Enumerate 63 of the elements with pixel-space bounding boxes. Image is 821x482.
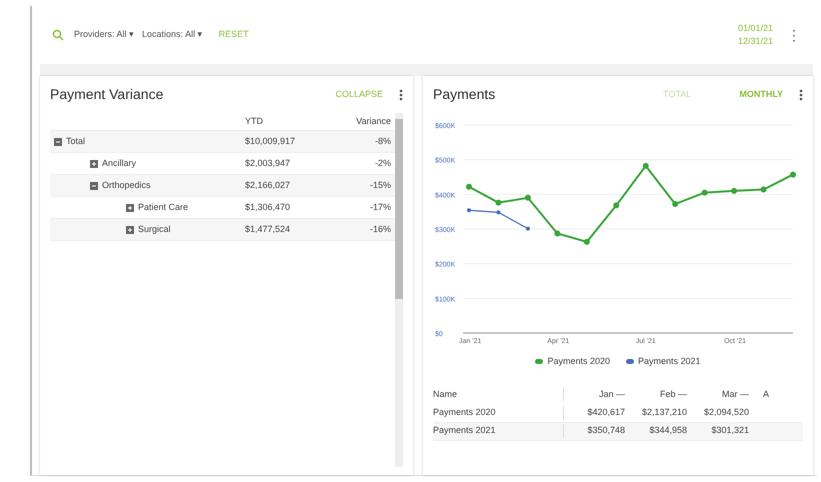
- table-cell-text: -15%: [368, 178, 392, 192]
- table-cell-text: -17%: [368, 200, 392, 214]
- data-point: [702, 190, 708, 196]
- data-point: [760, 186, 767, 192]
- panel-title: Payment Variance: [50, 85, 164, 104]
- data-point: [584, 238, 590, 245]
- table-cell-text: Payments 2020: [433, 406, 497, 420]
- tree-label: Total: [66, 134, 86, 148]
- table-cell: $350,748: [563, 424, 625, 438]
- legend-item[interactable]: Payments 2020: [535, 355, 610, 368]
- table-cell-text: $344,958: [648, 424, 687, 438]
- column-header: Jan —: [563, 388, 625, 402]
- column-header: Name: [433, 388, 458, 401]
- more-menu-icon[interactable]: [399, 88, 403, 100]
- table-cell-text: $1,477,524: [245, 222, 292, 236]
- table-cell-text: $2,094,520: [702, 406, 749, 420]
- table-cell-text: $2,137,210: [640, 406, 687, 420]
- data-point: [613, 202, 620, 208]
- collapse-icon[interactable]: [54, 138, 62, 146]
- column-header: Variance: [355, 114, 392, 128]
- table-cell-text: -16%: [368, 222, 392, 236]
- data-point: [672, 201, 678, 208]
- data-point: [731, 188, 738, 194]
- table-cell-text: $2,166,027: [245, 178, 292, 192]
- data-point: [554, 230, 560, 236]
- table-cell-text: $10,009,917: [245, 134, 296, 148]
- legend-item[interactable]: Payments 2021: [626, 355, 701, 368]
- data-point: [495, 200, 502, 206]
- more-menu-icon[interactable]: [799, 88, 803, 100]
- tree-label: Surgical: [138, 222, 171, 236]
- collapse-icon[interactable]: [90, 182, 98, 190]
- data-point: [642, 162, 649, 169]
- filter-dropdown[interactable]: Locations: All ▾: [142, 28, 203, 42]
- column-header: A: [762, 388, 769, 401]
- scrollbar[interactable]: [395, 113, 403, 467]
- table-cell-text: -2%: [374, 156, 392, 170]
- legend-label: Payments 2020: [547, 355, 610, 368]
- panel-title: Payments: [433, 85, 496, 104]
- table-cell-text: $301,321: [710, 424, 749, 438]
- column-header: Mar —: [721, 388, 749, 401]
- table-cell-text: -8%: [374, 134, 392, 148]
- tree-label: Orthopedics: [102, 178, 151, 192]
- legend-label: Payments 2021: [638, 355, 701, 368]
- table-cell-text: $1,306,470: [245, 200, 292, 214]
- column-header: Feb —: [658, 388, 687, 401]
- expand-icon[interactable]: [126, 226, 134, 234]
- data-point: [466, 184, 472, 190]
- data-point: [467, 208, 471, 212]
- date-text: 12/31/21: [738, 35, 773, 48]
- data-point: [496, 210, 500, 214]
- table-cell-text: $2,003,947: [245, 156, 292, 170]
- expand-icon[interactable]: [90, 160, 98, 168]
- date-text: 01/01/21: [738, 22, 773, 34]
- column-header: YTD: [245, 114, 264, 128]
- tree-label: Patient Care: [138, 200, 188, 214]
- expand-icon[interactable]: [126, 204, 134, 212]
- data-point: [524, 194, 531, 201]
- filter-dropdown[interactable]: Providers: All ▾: [74, 28, 134, 42]
- table-cell-text: Payments 2021: [433, 424, 497, 438]
- table-cell: $420,617: [563, 406, 625, 420]
- data-point: [790, 172, 796, 178]
- data-point: [526, 226, 530, 231]
- tree-label: Ancillary: [102, 156, 136, 170]
